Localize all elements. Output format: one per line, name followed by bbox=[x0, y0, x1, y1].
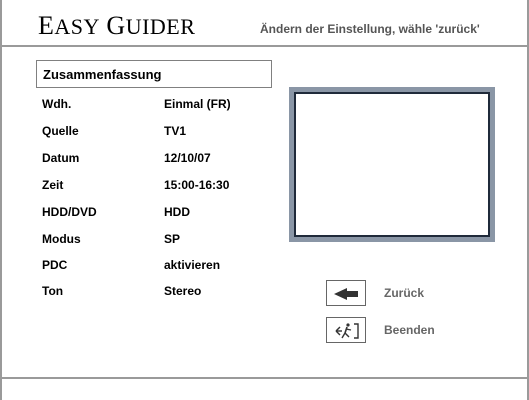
summary-row-pdc: PDC aktivieren bbox=[42, 257, 272, 277]
footer-bar bbox=[2, 377, 527, 400]
row-value: Stereo bbox=[164, 284, 202, 298]
row-value: SP bbox=[164, 232, 181, 246]
row-label: Zeit bbox=[42, 178, 64, 192]
row-label: Quelle bbox=[42, 124, 79, 138]
row-label: PDC bbox=[42, 258, 68, 272]
exit-icon bbox=[326, 317, 366, 343]
summary-row-modus: Modus SP bbox=[42, 231, 272, 251]
row-label: Modus bbox=[42, 232, 81, 246]
video-preview-frame bbox=[289, 87, 495, 242]
row-value: Einmal (FR) bbox=[164, 97, 231, 111]
exit-button[interactable]: Beenden bbox=[326, 317, 466, 345]
instruction-hint: Ändern der Einstellung, wähle 'zurück' bbox=[260, 22, 480, 36]
summary-row-wdh: Wdh. Einmal (FR) bbox=[42, 96, 272, 116]
summary-title: Zusammenfassung bbox=[43, 67, 162, 82]
row-value: 15:00-16:30 bbox=[164, 178, 230, 192]
back-arrow-icon bbox=[326, 280, 366, 306]
summary-row-ton: Ton Stereo bbox=[42, 283, 272, 303]
summary-row-zeit: Zeit 15:00-16:30 bbox=[42, 177, 272, 197]
back-label: Zurück bbox=[384, 286, 425, 300]
video-preview bbox=[294, 92, 490, 237]
back-button[interactable]: Zurück bbox=[326, 280, 466, 308]
brand-letter-g: G bbox=[106, 11, 126, 40]
summary-header: Zusammenfassung bbox=[36, 60, 272, 88]
brand-letter-e: E bbox=[38, 11, 55, 40]
row-label: Datum bbox=[42, 151, 80, 165]
exit-label: Beenden bbox=[384, 323, 435, 337]
brand-text-uider: UIDER bbox=[125, 14, 196, 39]
row-label: Wdh. bbox=[42, 97, 72, 111]
row-value: HDD bbox=[164, 205, 190, 219]
row-label: Ton bbox=[42, 284, 64, 298]
brand-text-asy: ASY bbox=[54, 14, 100, 39]
summary-row-datum: Datum 12/10/07 bbox=[42, 150, 272, 170]
row-value: 12/10/07 bbox=[164, 151, 211, 165]
row-value: TV1 bbox=[164, 124, 187, 138]
header: EASY GUIDER Ändern der Einstellung, wähl… bbox=[2, 0, 527, 47]
summary-row-quelle: Quelle TV1 bbox=[42, 123, 272, 143]
summary-row-hdd-dvd: HDD/DVD HDD bbox=[42, 204, 272, 224]
row-value: aktivieren bbox=[164, 258, 221, 272]
row-label: HDD/DVD bbox=[42, 205, 97, 219]
brand-title: EASY GUIDER bbox=[38, 12, 195, 41]
easy-guider-screen: EASY GUIDER Ändern der Einstellung, wähl… bbox=[0, 0, 529, 400]
